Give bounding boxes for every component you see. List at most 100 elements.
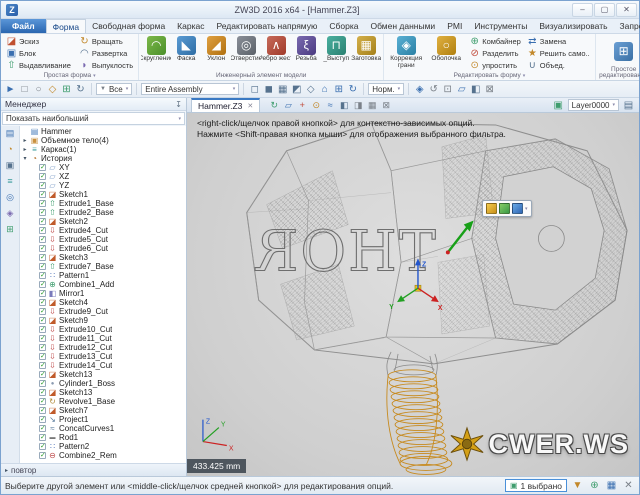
tree-item[interactable]: Extrude5_Cut	[20, 235, 186, 244]
tree-item[interactable]: XY	[20, 163, 186, 172]
model-canvas[interactable]: <right-click/щелчок правой кнопкой> для …	[187, 113, 639, 476]
tree-item[interactable]: Extrude4_Cut	[20, 226, 186, 235]
entity-filter-dropdown[interactable]: ▼ Все ▾	[96, 83, 132, 95]
status-filter-icon[interactable]: ▼	[571, 479, 584, 492]
revolve-button[interactable]: Вращать	[76, 35, 136, 47]
close-tab-icon[interactable]: ✕	[247, 102, 253, 110]
quick-block-icon[interactable]	[499, 203, 510, 214]
quick-extrude-icon[interactable]	[486, 203, 497, 214]
menu-visualize[interactable]: Визуализировать	[533, 19, 613, 33]
chamfer-button[interactable]: Фаска	[171, 35, 201, 63]
tree-item[interactable]: Hammer	[20, 127, 186, 136]
tree-item[interactable]: Extrude7_Base	[20, 262, 186, 271]
merge-button[interactable]: Объед.	[524, 59, 593, 71]
replace-button[interactable]: Замена	[524, 35, 593, 47]
visibility-checkbox[interactable]	[39, 200, 46, 207]
shaded-mode-icon[interactable]: ◼	[262, 83, 275, 96]
tree-item[interactable]: Extrude2_Base	[20, 208, 186, 217]
axis-icon[interactable]: +	[296, 99, 308, 111]
visibility-checkbox[interactable]	[39, 308, 46, 315]
menu-freeform[interactable]: Свободная форма	[86, 19, 171, 33]
visibility-checkbox[interactable]	[39, 299, 46, 306]
layer-visibility-icon[interactable]: ▣	[552, 99, 565, 112]
tree-item[interactable]: Sketch2	[20, 217, 186, 226]
tree-item[interactable]: Extrude9_Cut	[20, 307, 186, 316]
tree-item[interactable]: Project1	[20, 415, 186, 424]
menu-file[interactable]: Файл	[1, 19, 46, 33]
tree-item[interactable]: XZ	[20, 172, 186, 181]
layer-dropdown[interactable]: Layer0000 ▾	[568, 99, 619, 111]
display-filter-dropdown[interactable]: Показать наибольший ▾	[2, 112, 185, 125]
wireframe-mode-icon[interactable]: ◻	[248, 83, 261, 96]
tree-item[interactable]: Extrude13_Cut	[20, 352, 186, 361]
visibility-checkbox[interactable]	[39, 344, 46, 351]
plane-display-icon[interactable]: ▱	[455, 83, 468, 96]
visibility-checkbox[interactable]	[39, 380, 46, 387]
expand-arrow-icon[interactable]	[22, 146, 28, 153]
curve-snap-icon[interactable]: ≈	[324, 99, 336, 111]
perspective-icon[interactable]: ◇	[304, 83, 317, 96]
visibility-checkbox[interactable]	[39, 164, 46, 171]
tree-item[interactable]: История	[20, 154, 186, 163]
datum-plane-icon[interactable]: ▱	[282, 99, 294, 111]
visibility-checkbox[interactable]	[39, 389, 46, 396]
tree-item[interactable]: Rod1	[20, 433, 186, 442]
visibility-checkbox[interactable]	[39, 434, 46, 441]
document-tab[interactable]: Hammer.Z3 ✕	[191, 98, 260, 112]
visibility-checkbox[interactable]	[39, 236, 46, 243]
tree-item[interactable]: Sketch7	[20, 406, 186, 415]
visibility-checkbox[interactable]	[39, 398, 46, 405]
assembly-tab-icon[interactable]: ▣	[6, 161, 15, 170]
visibility-checkbox[interactable]	[39, 416, 46, 423]
thread-button[interactable]: Резьба	[291, 35, 321, 63]
visibility-checkbox[interactable]	[39, 425, 46, 432]
visibility-checkbox[interactable]	[39, 263, 46, 270]
tree-item[interactable]: Sketch13	[20, 388, 186, 397]
visibility-checkbox[interactable]	[39, 191, 46, 198]
divide-button[interactable]: Разделить	[466, 47, 524, 59]
layer-list-icon[interactable]: ▤	[622, 99, 635, 112]
pick-all-icon[interactable]: ⊞	[60, 83, 73, 96]
menu-inquire[interactable]: Запросить	[614, 19, 640, 33]
status-clear-icon[interactable]: ✕	[622, 479, 635, 492]
view-orientation-dropdown[interactable]: Норм. ▾	[368, 83, 404, 95]
view-tab-icon[interactable]: ◎	[6, 193, 14, 202]
pick-circle-icon[interactable]: ○	[32, 83, 45, 96]
session-tab-icon[interactable]: ▤	[6, 129, 15, 138]
tree-item[interactable]: Extrude10_Cut	[20, 325, 186, 334]
group-label-edit-shape[interactable]: Редактировать форму▾	[386, 71, 593, 80]
pin-icon[interactable]: ↧	[175, 100, 182, 109]
heal-button[interactable]: Решить само..	[524, 47, 593, 59]
visibility-checkbox[interactable]	[39, 281, 46, 288]
tree-item[interactable]: Pattern2	[20, 442, 186, 451]
grid-toggle-icon[interactable]: ⊡	[441, 83, 454, 96]
visual-tab-icon[interactable]: ◈	[7, 209, 14, 218]
boss-button[interactable]: _Выступ	[321, 35, 351, 63]
tree-item[interactable]: Sketch9	[20, 316, 186, 325]
visibility-checkbox[interactable]	[39, 272, 46, 279]
point-snap-icon[interactable]: ⊙	[310, 99, 322, 111]
menu-direct-edit[interactable]: Редактировать напрямую	[210, 19, 323, 33]
visibility-checkbox[interactable]	[39, 407, 46, 414]
hidden-line-icon[interactable]: ▦	[276, 83, 289, 96]
attribute-tab-icon[interactable]: ⊞	[6, 225, 14, 234]
sketch-button[interactable]: Эскиз	[3, 35, 74, 47]
sweep-button[interactable]: Развертка	[76, 47, 136, 59]
bulge-button[interactable]: Выпуклость	[76, 59, 136, 71]
menu-wireframe[interactable]: Каркас	[171, 19, 210, 33]
drag-handle-arrow[interactable]	[446, 221, 474, 255]
grid-snap-icon[interactable]: ▦	[366, 99, 378, 111]
rotate-view-icon[interactable]: ↻	[346, 83, 359, 96]
tree-item[interactable]: Extrude6_Cut	[20, 244, 186, 253]
layer-tab-icon[interactable]: ≡	[7, 177, 12, 186]
tree-item[interactable]: Sketch3	[20, 253, 186, 262]
menu-assembly[interactable]: Сборка	[323, 19, 364, 33]
zoom-all-icon[interactable]: ⌂	[318, 83, 331, 96]
undo-view-icon[interactable]: ↺	[427, 83, 440, 96]
visibility-checkbox[interactable]	[39, 182, 46, 189]
status-grid-icon[interactable]: ▦	[605, 479, 618, 492]
visibility-checkbox[interactable]	[39, 452, 46, 459]
visibility-checkbox[interactable]	[39, 317, 46, 324]
history-tab-icon[interactable]: ◔	[7, 145, 12, 154]
tree-item[interactable]: Combine2_Rem	[20, 451, 186, 460]
